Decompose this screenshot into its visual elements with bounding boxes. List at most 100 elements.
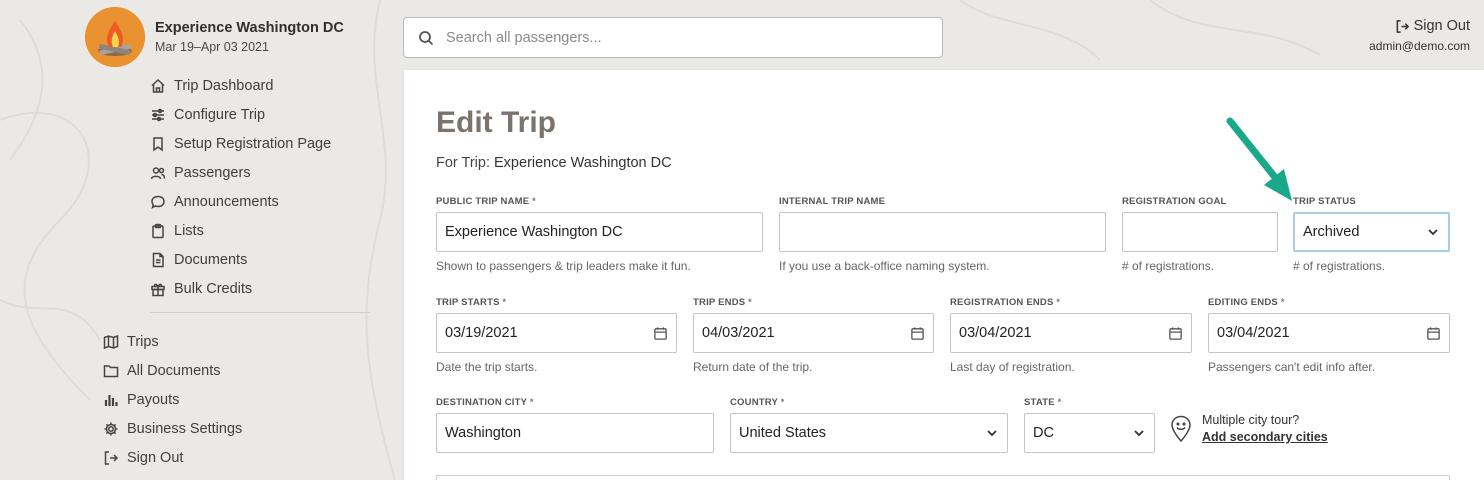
chevron-down-icon (1134, 430, 1144, 437)
calendar-icon[interactable] (653, 326, 668, 341)
nav-bulk-credits[interactable]: Bulk Credits (150, 274, 331, 303)
multiple-city-question: Multiple city tour? (1202, 413, 1300, 427)
trip-ends-help: Return date of the trip. (693, 360, 813, 374)
search-bar (403, 17, 943, 58)
editing-ends-label: EDITING ENDS * (1208, 297, 1285, 308)
user-email: admin@demo.com (1369, 39, 1470, 53)
state-label: STATE * (1024, 397, 1062, 408)
calendar-icon[interactable] (1168, 326, 1183, 341)
destination-city-input[interactable]: Washington (436, 413, 714, 453)
main-nav: Trips All Documents Payouts Business Set… (103, 327, 242, 472)
public-trip-name-field: PUBLIC TRIP NAME * Experience Washington… (436, 196, 763, 273)
trip-starts-input[interactable]: 03/19/2021 (436, 313, 677, 353)
chat-bubble-icon (150, 194, 166, 210)
registration-ends-input[interactable]: 03/04/2021 (950, 313, 1192, 353)
nav-label: Documents (174, 251, 248, 268)
internal-trip-name-label: INTERNAL TRIP NAME (779, 196, 886, 207)
trip-status-label: TRIP STATUS (1293, 196, 1356, 207)
trip-starts-label: TRIP STARTS * (436, 297, 507, 308)
page-title: Edit Trip (436, 106, 556, 139)
add-secondary-cities-link[interactable]: Add secondary cities (1202, 430, 1328, 444)
nav-label: All Documents (127, 362, 221, 379)
nav-setup-registration-page[interactable]: Setup Registration Page (150, 129, 331, 158)
trip-status-select[interactable]: Archived (1293, 212, 1450, 252)
state-select[interactable]: DC (1024, 413, 1155, 453)
sign-out-icon (103, 450, 119, 466)
header-sign-out-link[interactable]: Sign Out (1369, 18, 1470, 34)
editing-ends-help: Passengers can't edit info after. (1208, 360, 1376, 374)
trip-name: Experience Washington DC (155, 20, 344, 36)
account-area: Sign Out admin@demo.com (1369, 18, 1470, 53)
nav-all-documents[interactable]: All Documents (103, 356, 242, 385)
internal-trip-name-help: If you use a back-office naming system. (779, 259, 990, 273)
gear-icon (103, 421, 119, 437)
multiple-city-tour: Multiple city tour? Add secondary cities (1170, 413, 1328, 444)
nav-label: Lists (174, 222, 204, 239)
internal-trip-name-input[interactable] (779, 212, 1106, 252)
nav-lists[interactable]: Lists (150, 216, 331, 245)
nav-label: Configure Trip (174, 106, 266, 123)
nav-business-settings[interactable]: Business Settings (103, 414, 242, 443)
registration-ends-field: REGISTRATION ENDS * 03/04/2021 Last day … (950, 297, 1192, 374)
folder-icon (103, 363, 119, 379)
registration-goal-input[interactable] (1122, 212, 1278, 252)
trip-ends-input[interactable]: 04/03/2021 (693, 313, 934, 353)
for-trip-name: Experience Washington DC (494, 155, 672, 171)
country-label: COUNTRY * (730, 397, 785, 408)
sign-out-label: Sign Out (1413, 18, 1470, 34)
nav-configure-trip[interactable]: Configure Trip (150, 100, 331, 129)
nav-trip-dashboard[interactable]: Trip Dashboard (150, 71, 331, 100)
map-icon (103, 334, 119, 350)
nav-passengers[interactable]: Passengers (150, 158, 331, 187)
registration-ends-help: Last day of registration. (950, 360, 1075, 374)
nav-label: Business Settings (127, 420, 243, 437)
nav-label: Payouts (127, 391, 180, 408)
chevron-down-icon (987, 430, 997, 437)
nav-sign-out[interactable]: Sign Out (103, 443, 242, 472)
editing-ends-field: EDITING ENDS * 03/04/2021 Passengers can… (1208, 297, 1450, 374)
edit-trip-panel: Edit Trip For Trip: Experience Washingto… (404, 70, 1484, 480)
for-trip-line: For Trip: Experience Washington DC (436, 155, 672, 171)
sidebar-divider (150, 312, 370, 313)
gift-icon (150, 281, 166, 297)
search-input[interactable] (446, 29, 926, 46)
nav-label: Trip Dashboard (174, 77, 274, 94)
public-trip-name-input[interactable]: Experience Washington DC (436, 212, 763, 252)
nav-trips[interactable]: Trips (103, 327, 242, 356)
registration-goal-help: # of registrations. (1122, 259, 1215, 273)
destination-city-label: DESTINATION CITY * (436, 397, 534, 408)
bar-chart-icon (103, 392, 119, 408)
nav-documents[interactable]: Documents (150, 245, 331, 274)
home-icon (150, 78, 166, 94)
state-field: STATE * DC (1024, 397, 1155, 453)
public-trip-name-help: Shown to passengers & trip leaders make … (436, 259, 691, 273)
country-select[interactable]: United States (730, 413, 1008, 453)
editing-ends-input[interactable]: 03/04/2021 (1208, 313, 1450, 353)
nav-payouts[interactable]: Payouts (103, 385, 242, 414)
campfire-icon (85, 7, 145, 67)
nav-label: Sign Out (127, 449, 184, 466)
public-trip-name-label: PUBLIC TRIP NAME * (436, 196, 536, 207)
trip-header: Experience Washington DC Mar 19–Apr 03 2… (85, 7, 344, 67)
chevron-down-icon (1428, 229, 1438, 236)
registration-goal-label: REGISTRATION GOAL (1122, 196, 1227, 207)
nav-label: Setup Registration Page (174, 135, 332, 152)
next-section-box (436, 475, 1450, 480)
trip-ends-field: TRIP ENDS * 04/03/2021 Return date of th… (693, 297, 934, 374)
nav-announcements[interactable]: Announcements (150, 187, 331, 216)
trip-nav: Trip Dashboard Configure Trip Setup Regi… (150, 71, 331, 303)
trip-starts-field: TRIP STARTS * 03/19/2021 Date the trip s… (436, 297, 677, 374)
nav-label: Bulk Credits (174, 280, 253, 297)
document-icon (150, 252, 166, 268)
destination-city-field: DESTINATION CITY * Washington (436, 397, 714, 453)
trip-status-field: TRIP STATUS Archived # of registrations. (1293, 196, 1450, 273)
country-field: COUNTRY * United States (730, 397, 1008, 453)
calendar-icon[interactable] (1426, 326, 1441, 341)
search-icon (419, 30, 434, 45)
calendar-icon[interactable] (910, 326, 925, 341)
users-icon (150, 165, 166, 181)
trip-avatar[interactable] (85, 7, 145, 67)
internal-trip-name-field: INTERNAL TRIP NAME If you use a back-off… (779, 196, 1106, 273)
nav-label: Trips (127, 333, 159, 350)
registration-ends-label: REGISTRATION ENDS * (950, 297, 1061, 308)
